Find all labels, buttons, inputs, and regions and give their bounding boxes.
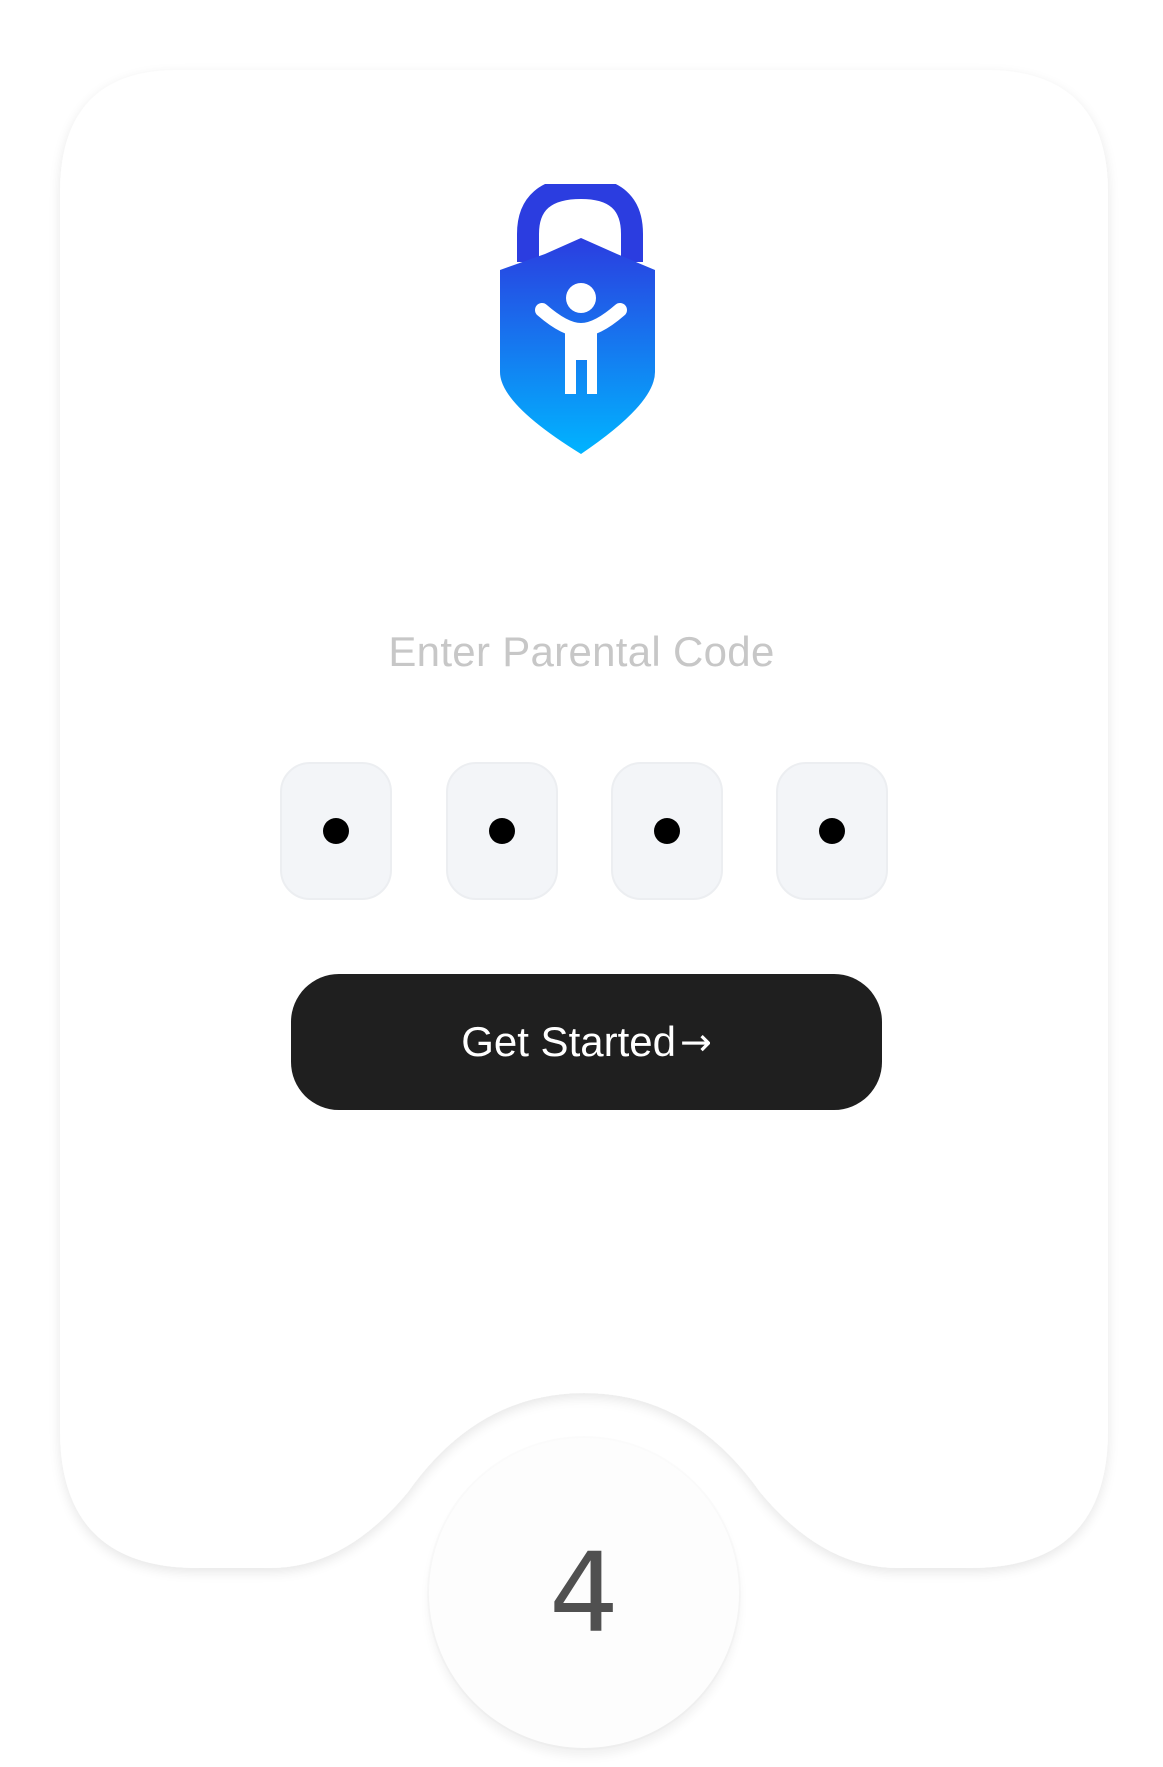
code-digit-3[interactable]	[611, 762, 723, 900]
code-digit-1[interactable]	[280, 762, 392, 900]
parental-code-input[interactable]	[280, 762, 890, 902]
code-digit-2[interactable]	[446, 762, 558, 900]
code-digit-4[interactable]	[776, 762, 888, 900]
masked-digit-dot	[654, 818, 680, 844]
masked-digit-dot	[323, 818, 349, 844]
arrow-right-icon: →	[679, 1020, 712, 1064]
step-number: 4	[549, 1529, 619, 1657]
get-started-button[interactable]: Get Started →	[291, 974, 882, 1110]
get-started-label: Get Started	[461, 1018, 676, 1065]
step-badge: 4	[429, 1438, 739, 1748]
code-prompt: Enter Parental Code	[388, 628, 775, 675]
masked-digit-dot	[819, 818, 845, 844]
child-lock-shield-icon	[500, 184, 655, 454]
masked-digit-dot	[489, 818, 515, 844]
